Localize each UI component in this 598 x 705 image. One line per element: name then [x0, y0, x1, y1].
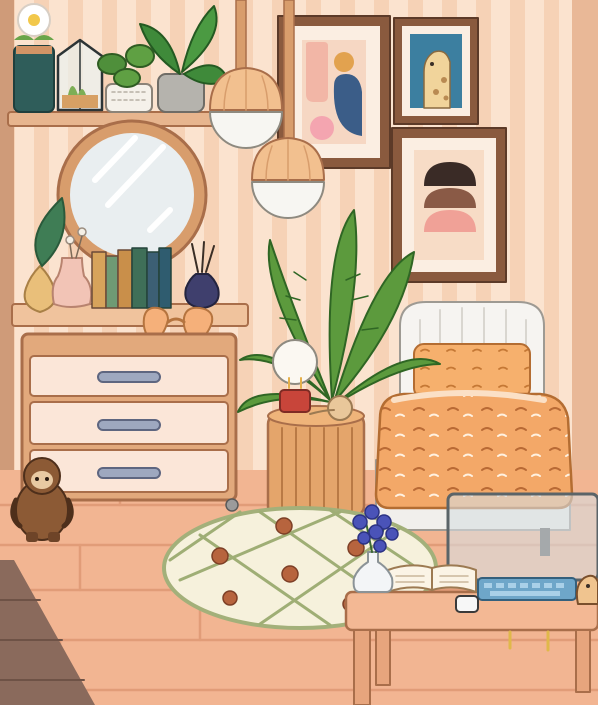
keyboard[interactable] — [477, 577, 577, 601]
drawer-middle[interactable] — [29, 401, 229, 445]
bulb-lamp[interactable] — [272, 339, 318, 413]
book-row[interactable] — [91, 247, 172, 309]
open-book[interactable] — [387, 564, 477, 593]
blanket[interactable] — [374, 390, 574, 510]
bedroom-scene — [0, 0, 598, 705]
round-mirror[interactable] — [56, 119, 208, 271]
pillow[interactable] — [413, 343, 531, 399]
daisy-pot[interactable] — [13, 3, 55, 113]
drawer-top[interactable] — [29, 355, 229, 397]
terrarium[interactable] — [56, 38, 104, 112]
giraffe-print[interactable] — [393, 17, 479, 125]
mug[interactable] — [455, 595, 479, 613]
